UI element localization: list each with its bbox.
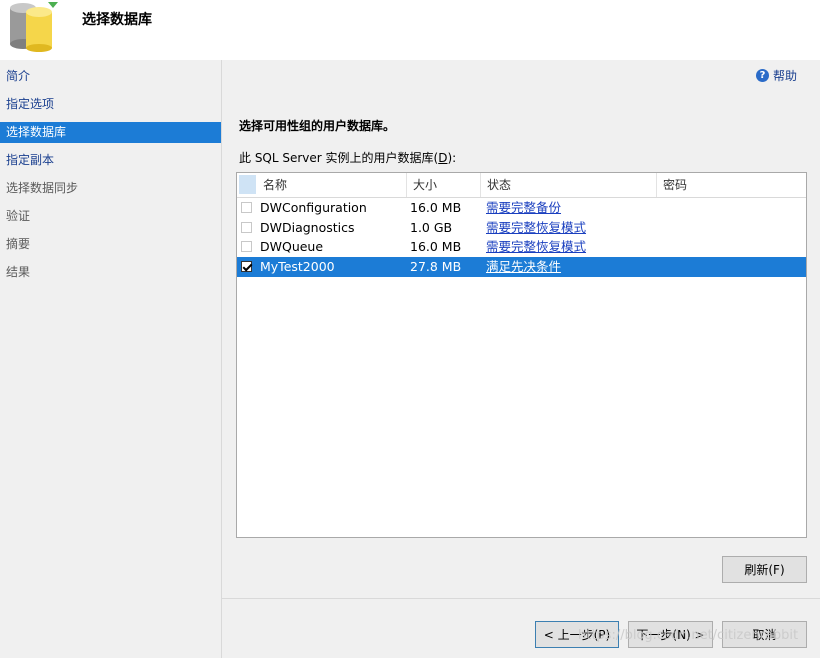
- db-name: DWConfiguration: [260, 200, 367, 215]
- db-status-link[interactable]: 满足先决条件: [486, 257, 561, 277]
- row-checkbox-checked[interactable]: [241, 261, 252, 272]
- step-validation: 验证: [6, 209, 31, 223]
- next-button[interactable]: 下一步(N) >: [628, 621, 713, 648]
- cancel-button[interactable]: 取消: [722, 621, 807, 648]
- db-name: DWQueue: [260, 239, 324, 254]
- wizard-steps-sidebar: 简介 指定选项 选择数据库 指定副本 选择数据同步 验证 摘要 结果: [0, 60, 222, 658]
- column-size[interactable]: 大小: [407, 173, 481, 197]
- step-select-databases[interactable]: 选择数据库: [0, 122, 221, 143]
- db-size: 27.8 MB: [410, 259, 462, 274]
- db-status-link[interactable]: 需要完整备份: [486, 198, 561, 218]
- refresh-button[interactable]: 刷新(F): [722, 556, 807, 583]
- table-row-selected[interactable]: MyTest2000 27.8 MB 满足先决条件: [237, 257, 806, 277]
- database-cylinder-icon: [10, 2, 58, 52]
- row-checkbox[interactable]: [241, 241, 252, 252]
- step-results: 结果: [6, 265, 31, 279]
- step-specify-replicas[interactable]: 指定副本: [0, 150, 221, 171]
- main-panel: ? 帮助 选择可用性组的用户数据库。 此 SQL Server 实例上的用户数据…: [222, 60, 820, 658]
- db-status-link[interactable]: 需要完整恢复模式: [486, 218, 586, 238]
- step-intro[interactable]: 简介: [0, 66, 221, 87]
- section-heading: 选择可用性组的用户数据库。: [239, 119, 396, 133]
- step-summary: 摘要: [6, 237, 31, 251]
- grid-label: 此 SQL Server 实例上的用户数据库(D):: [239, 151, 457, 165]
- database-grid[interactable]: 名称 大小 状态 密码 DWConfiguration 16.0 MB 需要完整…: [236, 172, 807, 538]
- db-status-link[interactable]: 需要完整恢复模式: [486, 237, 586, 257]
- db-name: MyTest2000: [260, 259, 335, 274]
- db-size: 16.0 MB: [410, 200, 462, 215]
- grid-header: 名称 大小 状态 密码: [237, 173, 806, 198]
- db-name: DWDiagnostics: [260, 220, 355, 235]
- help-label: 帮助: [773, 69, 798, 83]
- footer-divider: [222, 598, 820, 599]
- table-row[interactable]: DWDiagnostics 1.0 GB 需要完整恢复模式: [237, 218, 806, 238]
- step-data-sync: 选择数据同步: [6, 181, 79, 195]
- step-specify-options[interactable]: 指定选项: [0, 94, 221, 115]
- table-row[interactable]: DWConfiguration 16.0 MB 需要完整备份: [237, 198, 806, 218]
- page-title: 选择数据库: [82, 12, 152, 28]
- wizard-header: 选择数据库: [0, 0, 820, 61]
- row-checkbox[interactable]: [241, 202, 252, 213]
- db-size: 16.0 MB: [410, 239, 462, 254]
- help-link[interactable]: ? 帮助: [756, 67, 797, 84]
- column-status[interactable]: 状态: [481, 173, 657, 197]
- column-password[interactable]: 密码: [657, 173, 806, 197]
- help-icon: ?: [756, 69, 769, 82]
- row-checkbox[interactable]: [241, 222, 252, 233]
- column-name[interactable]: 名称: [257, 173, 407, 197]
- back-button[interactable]: < 上一步(P): [535, 621, 619, 648]
- select-all-checkbox[interactable]: [239, 175, 256, 194]
- table-row[interactable]: DWQueue 16.0 MB 需要完整恢复模式: [237, 237, 806, 257]
- db-size: 1.0 GB: [410, 220, 453, 235]
